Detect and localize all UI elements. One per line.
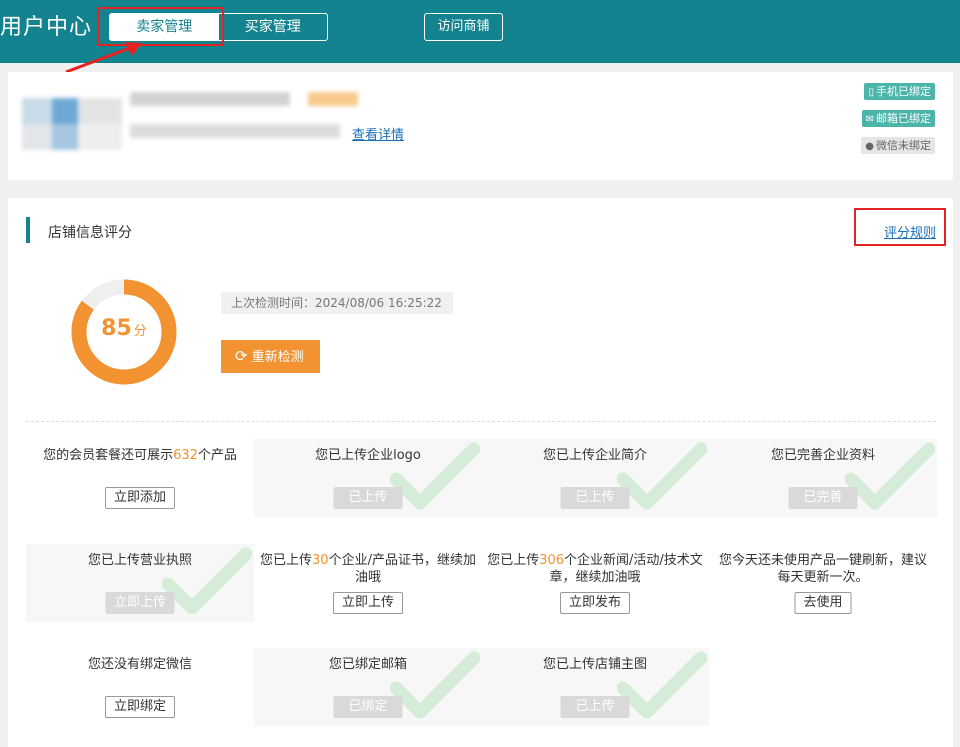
avatar [22,98,122,150]
task-product-quota: 您的会员套餐还可展示632个产品立即添加 [26,439,254,517]
task-action-button[interactable]: 立即上传 [332,592,404,614]
task-logo: 您已上传企业logo 已上传 [254,439,482,517]
task-text: 您今天还未使用产品一键刷新，建议每天更新一次。 [718,553,927,585]
shop-score-card: 店铺信息评分 评分规则 85 分 上次检测时间：2024/08/06 16:25:… [8,198,953,747]
task-text: 您还没有绑定微信 [87,657,192,672]
task-text: 您已完善企业资料 [770,448,875,463]
task-wechat: 您还没有绑定微信立即绑定 [26,648,254,726]
visit-shop-button[interactable]: 访问商铺 [424,13,503,41]
task-certificates: 您已上传30个企业/产品证书，继续加油哦立即上传 [254,544,482,622]
recheck-button[interactable]: ⟳ 重新检测 [221,340,320,373]
task-email: 您已绑定邮箱 已绑定 [254,648,482,726]
task-shop-image: 您已上传店铺主图已上传 [481,648,709,726]
company-info-blurred [130,124,340,138]
tab-buyer-management[interactable]: 买家管理 [219,14,328,40]
profile-card: 查看详情 ▯ 手机已绑定 ✉ 邮箱已绑定 ● 微信未绑定 [8,72,953,180]
task-text: 您已上传店铺主图 [542,657,647,672]
divider [26,421,936,422]
task-intro: 您已上传企业简介已上传 [481,439,709,517]
task-text: 您已上传企业简介 [542,448,647,463]
task-action-button: 立即上传 [105,592,175,614]
mail-icon: ✉ [865,114,874,125]
last-check-time: 上次检测时间：2024/08/06 16:25:22 [221,292,453,314]
email-bound-badge[interactable]: ✉ 邮箱已绑定 [861,110,935,127]
task-business-license: 您已上传营业执照立即上传 [26,544,254,622]
task-text: 您的会员套餐还可展示632个产品 [43,448,237,463]
task-text: 您已上传306个企业新闻/活动/技术文章，继续加油哦 [487,553,703,585]
score-value: 85 分 [101,316,147,341]
task-action-button[interactable]: 立即发布 [559,592,631,614]
wechat-icon: ● [865,141,874,152]
task-action-button: 已绑定 [333,696,403,718]
company-tag-blurred [308,92,358,106]
section-accent-bar [26,217,30,243]
company-name-blurred [130,92,290,106]
task-text: 您已绑定邮箱 [328,657,407,672]
task-news: 您已上传306个企业新闻/活动/技术文章，继续加油哦立即发布 [481,544,709,622]
view-details-link[interactable]: 查看详情 [352,124,404,143]
phone-bound-badge[interactable]: ▯ 手机已绑定 [864,83,935,100]
phone-icon: ▯ [868,87,874,98]
task-refresh: 您今天还未使用产品一键刷新，建议每天更新一次。去使用 [709,544,937,622]
task-action-button[interactable]: 立即添加 [104,487,176,509]
section-title: 店铺信息评分 [48,225,132,241]
wechat-unbound-badge[interactable]: ● 微信未绑定 [861,137,935,154]
task-text: 您已上传企业logo [315,448,421,463]
refresh-icon: ⟳ [235,347,248,365]
task-action-button: 已上传 [560,487,630,509]
task-action-button: 已上传 [560,696,630,718]
annotation-highlight-rules [854,208,946,246]
task-company-profile: 您已完善企业资料已完善 [709,439,937,517]
task-action-button: 已上传 [333,487,403,509]
task-action-button[interactable]: 立即绑定 [104,696,176,718]
task-action-button[interactable]: 去使用 [794,592,852,614]
task-text: 您已上传营业执照 [87,553,192,568]
task-action-button: 已完善 [788,487,858,509]
task-text: 您已上传30个企业/产品证书，继续加油哦 [260,553,476,585]
